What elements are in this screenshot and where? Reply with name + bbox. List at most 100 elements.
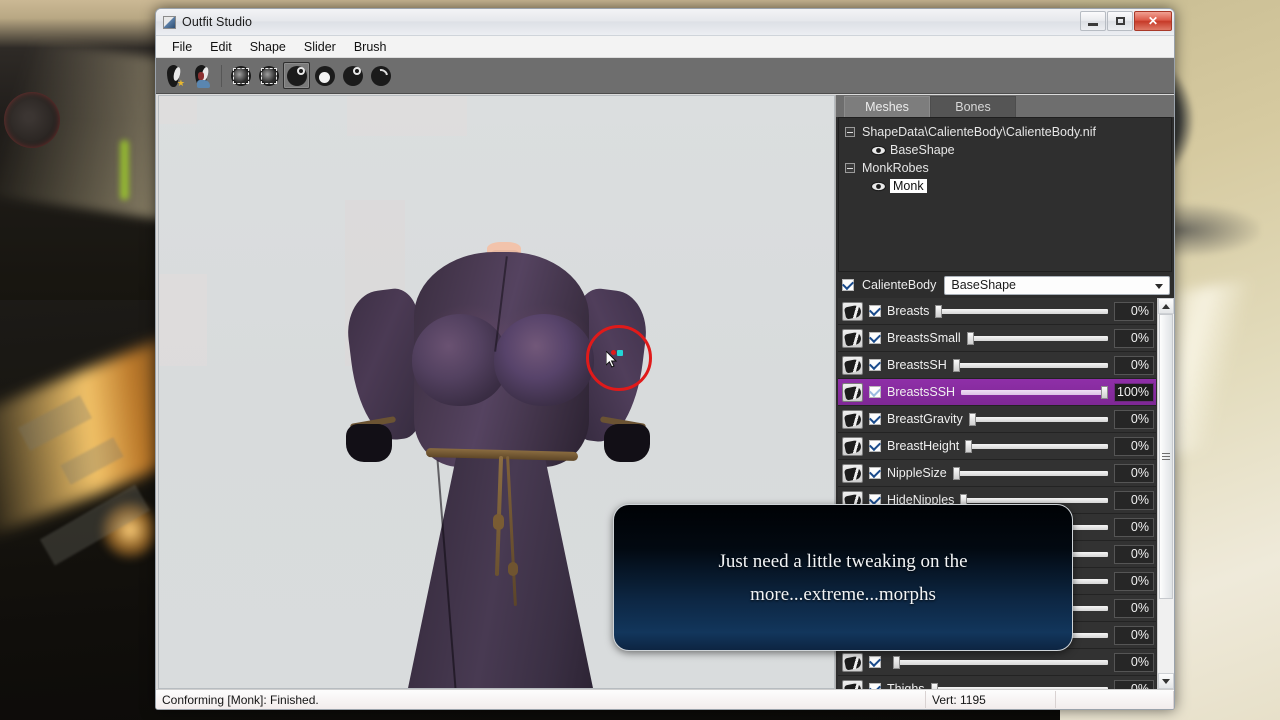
slider-rail: [965, 444, 1108, 449]
pencil-icon[interactable]: [842, 436, 863, 456]
slider-thumb[interactable]: [935, 305, 943, 318]
pencil-icon[interactable]: [842, 382, 863, 402]
slider-row[interactable]: BreastsSSH 100%: [838, 379, 1156, 406]
mesh-tree[interactable]: ShapeData\CalienteBody\CalienteBody.nif …: [838, 117, 1172, 272]
tab-bones[interactable]: Bones: [930, 96, 1016, 117]
slider-track[interactable]: [952, 466, 1108, 480]
slider-value: 0%: [1114, 625, 1154, 645]
slider-thumb[interactable]: [952, 359, 960, 372]
slider-enable-checkbox[interactable]: [869, 656, 881, 668]
tree-item-monkrobes[interactable]: MonkRobes: [845, 159, 1171, 177]
slider-enable-checkbox[interactable]: [869, 359, 881, 371]
slider-row[interactable]: BreastGravity 0%: [838, 406, 1156, 433]
close-button[interactable]: ✕: [1134, 11, 1172, 31]
tab-meshes[interactable]: Meshes: [844, 96, 930, 117]
slider-label: BreastsSH: [887, 358, 947, 372]
slider-track[interactable]: [968, 412, 1108, 426]
slider-row[interactable]: BreastHeight 0%: [838, 433, 1156, 460]
slider-row[interactable]: Breasts 0%: [838, 298, 1156, 325]
title-bar[interactable]: Outfit Studio ✕: [156, 9, 1174, 36]
smooth-brush-icon: [370, 65, 391, 86]
slider-row[interactable]: BreastsSmall 0%: [838, 325, 1156, 352]
slider-enable-checkbox[interactable]: [869, 386, 881, 398]
slider-scrollbar[interactable]: [1157, 298, 1174, 689]
slider-thumb[interactable]: [965, 440, 973, 453]
slider-track[interactable]: [966, 331, 1108, 345]
select-vertex-tool-button[interactable]: ★: [161, 62, 188, 89]
slider-track[interactable]: [952, 358, 1108, 372]
menu-brush[interactable]: Brush: [346, 38, 395, 56]
backdrop-green-glow: [120, 140, 129, 200]
deflate-brush-tool-button[interactable]: [311, 62, 338, 89]
mask-tool-button[interactable]: [189, 62, 216, 89]
slider-thumb[interactable]: [966, 332, 974, 345]
backdrop-gauge: [4, 92, 60, 148]
pencil-icon[interactable]: [842, 355, 863, 375]
slider-enable-checkbox[interactable]: [869, 440, 881, 452]
slider-row[interactable]: NippleSize 0%: [838, 460, 1156, 487]
slider-value: 0%: [1114, 355, 1154, 375]
slider-thumb[interactable]: [968, 413, 976, 426]
slider-thumb[interactable]: [952, 467, 960, 480]
maximize-button[interactable]: [1107, 11, 1133, 31]
window-title: Outfit Studio: [182, 15, 253, 29]
menu-edit[interactable]: Edit: [202, 38, 240, 56]
slider-row[interactable]: Thighs 0%: [838, 676, 1156, 689]
eye-icon[interactable]: [870, 181, 887, 192]
slider-track[interactable]: [935, 304, 1108, 318]
slider-track[interactable]: [930, 682, 1108, 689]
slider-enable-checkbox[interactable]: [869, 332, 881, 344]
slider-track[interactable]: [965, 439, 1108, 453]
menu-slider[interactable]: Slider: [296, 38, 344, 56]
slider-label: BreastsSSH: [887, 385, 956, 399]
pencil-icon[interactable]: [842, 328, 863, 348]
slider-label: BreastHeight: [887, 439, 960, 453]
slider-value: 0%: [1114, 463, 1154, 483]
slider-thumb[interactable]: [930, 683, 938, 689]
move-brush-icon: [342, 65, 363, 86]
slider-enable-checkbox[interactable]: [869, 467, 881, 479]
slider-thumb[interactable]: [1101, 386, 1108, 399]
pencil-icon[interactable]: [842, 679, 863, 689]
slider-enable-checkbox[interactable]: [869, 305, 881, 317]
slider-row[interactable]: 0%: [838, 649, 1156, 676]
slider-enable-checkbox[interactable]: [869, 413, 881, 425]
pencil-icon[interactable]: [842, 463, 863, 483]
slider-value: 0%: [1114, 436, 1154, 456]
mouse-cursor-icon: [606, 351, 618, 369]
menu-shape[interactable]: Shape: [242, 38, 294, 56]
tree-item-monk[interactable]: Monk: [845, 177, 1171, 195]
minimize-button[interactable]: [1080, 11, 1106, 31]
move-brush-tool-button[interactable]: [339, 62, 366, 89]
menu-file[interactable]: File: [164, 38, 200, 56]
tree-item-shapedata[interactable]: ShapeData\CalienteBody\CalienteBody.nif: [845, 123, 1171, 141]
scroll-down-button[interactable]: [1158, 673, 1174, 689]
pencil-icon[interactable]: [842, 409, 863, 429]
smooth-brush-tool-button[interactable]: [367, 62, 394, 89]
slider-track[interactable]: [893, 655, 1108, 669]
slider-thumb[interactable]: [893, 656, 900, 669]
calientebody-checkbox[interactable]: [842, 279, 854, 291]
slider-label: BreastGravity: [887, 412, 963, 426]
marquee-deselect-tool-button[interactable]: [255, 62, 282, 89]
pencil-icon[interactable]: [842, 652, 863, 672]
eye-icon[interactable]: [870, 145, 887, 156]
slider-track[interactable]: [961, 385, 1108, 399]
shape-combo-value: BaseShape: [951, 278, 1016, 292]
collapse-icon[interactable]: [845, 127, 855, 137]
slider-rail: [893, 660, 1108, 665]
scrollbar-thumb[interactable]: [1159, 314, 1173, 599]
inflate-brush-tool-button[interactable]: [283, 62, 310, 89]
scroll-up-button[interactable]: [1158, 298, 1174, 314]
marquee-select-tool-button[interactable]: [227, 62, 254, 89]
scrollbar-grip: [1162, 451, 1170, 462]
slider-enable-checkbox[interactable]: [869, 683, 881, 689]
collapse-icon[interactable]: [845, 163, 855, 173]
slider-row[interactable]: BreastsSH 0%: [838, 352, 1156, 379]
pencil-icon[interactable]: [842, 301, 863, 321]
slider-value: 0%: [1114, 652, 1154, 672]
status-bar: Conforming [Monk]: Finished. Vert: 1195: [156, 689, 1174, 709]
vertex-count: Vert: 1195: [926, 691, 1056, 708]
tree-item-baseshape[interactable]: BaseShape: [845, 141, 1171, 159]
shape-combo-box[interactable]: BaseShape: [944, 275, 1170, 295]
